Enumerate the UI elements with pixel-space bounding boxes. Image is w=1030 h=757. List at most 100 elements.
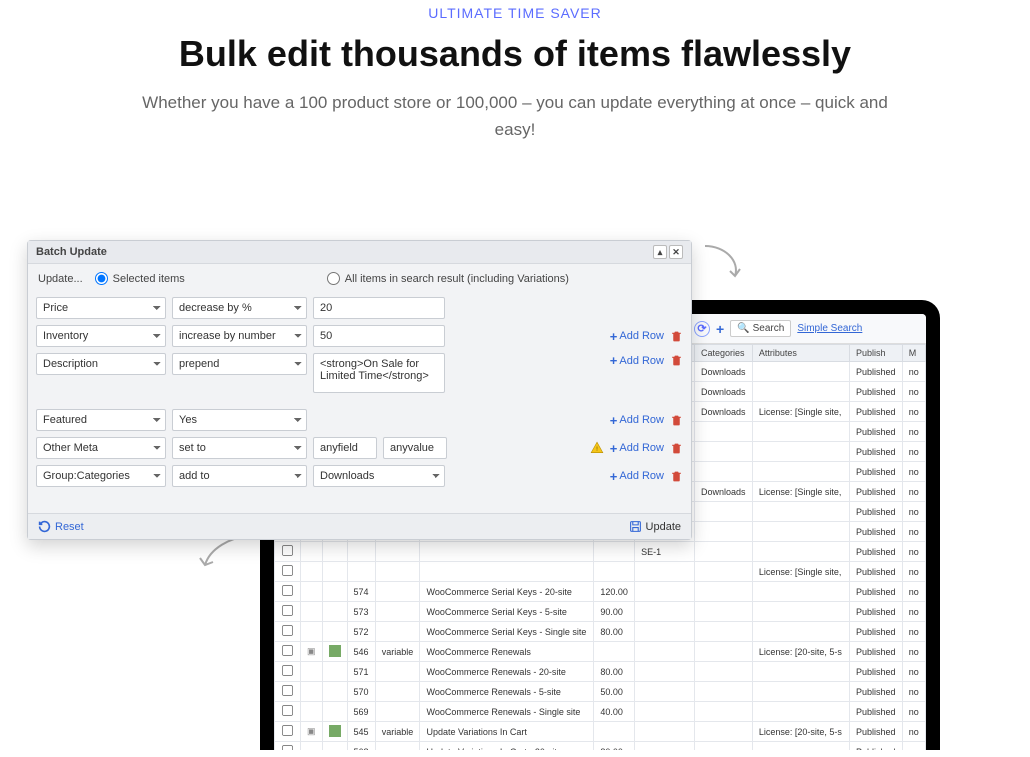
value-textarea[interactable] bbox=[313, 353, 445, 393]
row-checkbox[interactable] bbox=[282, 705, 293, 716]
cell-name[interactable]: WooCommerce Serial Keys - 20-site bbox=[420, 582, 594, 602]
cell-pub[interactable]: Published bbox=[849, 462, 902, 482]
cell-pub[interactable]: Published bbox=[849, 442, 902, 462]
cell-type[interactable] bbox=[375, 742, 420, 751]
cell-name[interactable]: WooCommerce Renewals - 5-site bbox=[420, 682, 594, 702]
cell-type[interactable] bbox=[375, 662, 420, 682]
delete-row-button[interactable] bbox=[670, 469, 683, 483]
field-select[interactable]: Group:Categories bbox=[36, 465, 166, 487]
collapse-icon[interactable]: ▴ bbox=[653, 245, 667, 259]
cell-pub[interactable]: Published bbox=[849, 722, 902, 742]
value-input[interactable] bbox=[313, 437, 377, 459]
cell-cat[interactable] bbox=[695, 722, 753, 742]
delete-row-button[interactable] bbox=[670, 413, 683, 427]
cell-name[interactable]: Update Variations In Cart bbox=[420, 722, 594, 742]
cell-pub[interactable]: Published bbox=[849, 422, 902, 442]
cell-sku[interactable] bbox=[635, 642, 695, 662]
cell-cat[interactable] bbox=[695, 422, 753, 442]
cell-type[interactable] bbox=[375, 542, 420, 562]
cell-id[interactable]: 574 bbox=[347, 582, 375, 602]
cell-m[interactable]: no bbox=[902, 562, 925, 582]
cell-m[interactable]: no bbox=[902, 582, 925, 602]
cell-pub[interactable]: Published bbox=[849, 742, 902, 751]
cell-cat[interactable] bbox=[695, 542, 753, 562]
cell-sku[interactable] bbox=[635, 662, 695, 682]
cell-attr[interactable]: License: [20-site, 5-s bbox=[752, 722, 849, 742]
col-header[interactable]: Attributes bbox=[752, 345, 849, 362]
cell-attr[interactable] bbox=[752, 502, 849, 522]
cell-cat[interactable] bbox=[695, 442, 753, 462]
cell-pub[interactable]: Published bbox=[849, 562, 902, 582]
cell-attr[interactable] bbox=[752, 382, 849, 402]
cell-id[interactable]: 573 bbox=[347, 602, 375, 622]
cell-name[interactable]: Update Variations In Cart - 20-site bbox=[420, 742, 594, 751]
cell-cat[interactable] bbox=[695, 622, 753, 642]
cell-price[interactable] bbox=[594, 642, 635, 662]
action-select[interactable]: Yes bbox=[172, 409, 307, 431]
cell-price[interactable]: 120.00 bbox=[594, 582, 635, 602]
cell-id[interactable]: 568 bbox=[347, 742, 375, 751]
delete-row-button[interactable] bbox=[670, 329, 683, 343]
row-checkbox[interactable] bbox=[282, 545, 293, 556]
action-select[interactable]: increase by number bbox=[172, 325, 307, 347]
table-row[interactable]: 573 WooCommerce Serial Keys - 5-site90.00… bbox=[275, 602, 926, 622]
field-select[interactable]: Description bbox=[36, 353, 166, 375]
cell-price[interactable]: 50.00 bbox=[594, 682, 635, 702]
cell-pub[interactable]: Published bbox=[849, 642, 902, 662]
cell-attr[interactable] bbox=[752, 602, 849, 622]
cell-m[interactable]: no bbox=[902, 662, 925, 682]
cell-name[interactable]: WooCommerce Serial Keys - Single site bbox=[420, 622, 594, 642]
col-header[interactable]: Publish bbox=[849, 345, 902, 362]
cell-price[interactable] bbox=[594, 562, 635, 582]
cell-type[interactable] bbox=[375, 702, 420, 722]
cell-name[interactable]: WooCommerce Renewals - Single site bbox=[420, 702, 594, 722]
row-checkbox[interactable] bbox=[282, 685, 293, 696]
field-select[interactable]: Price bbox=[36, 297, 166, 319]
cell-id[interactable]: 546 bbox=[347, 642, 375, 662]
cell-sku[interactable] bbox=[635, 602, 695, 622]
cell-cat[interactable]: Downloads bbox=[695, 402, 753, 422]
cell-pub[interactable]: Published bbox=[849, 682, 902, 702]
table-row[interactable]: 571WooCommerce Renewals - 20-site80.00Pu… bbox=[275, 662, 926, 682]
cell-type[interactable]: variable bbox=[375, 722, 420, 742]
cell-type[interactable] bbox=[375, 602, 420, 622]
cell-m[interactable]: no bbox=[902, 522, 925, 542]
cell-attr[interactable] bbox=[752, 742, 849, 751]
cell-sku[interactable] bbox=[635, 682, 695, 702]
cell-attr[interactable]: License: [Single site, bbox=[752, 562, 849, 582]
cell-cat[interactable] bbox=[695, 742, 753, 751]
add-icon[interactable]: + bbox=[716, 321, 724, 337]
cell-m[interactable]: no bbox=[902, 542, 925, 562]
cell-m[interactable]: no bbox=[902, 382, 925, 402]
cell-sku[interactable] bbox=[635, 582, 695, 602]
action-select[interactable]: decrease by % bbox=[172, 297, 307, 319]
cell-price[interactable]: 90.00 bbox=[594, 602, 635, 622]
cell-price[interactable] bbox=[594, 542, 635, 562]
cell-name[interactable] bbox=[420, 562, 594, 582]
cell-pub[interactable]: Published bbox=[849, 622, 902, 642]
cell-cat[interactable] bbox=[695, 682, 753, 702]
cell-id[interactable]: 570 bbox=[347, 682, 375, 702]
add-row-button[interactable]: +Add Row bbox=[610, 353, 664, 368]
cell-type[interactable] bbox=[375, 622, 420, 642]
cell-sku[interactable] bbox=[635, 622, 695, 642]
cell-m[interactable]: no bbox=[902, 462, 925, 482]
cell-cat[interactable]: Downloads bbox=[695, 362, 753, 382]
value-input[interactable] bbox=[313, 297, 445, 319]
cell-cat[interactable] bbox=[695, 602, 753, 622]
row-checkbox[interactable] bbox=[282, 565, 293, 576]
cell-price[interactable]: 80.00 bbox=[594, 742, 635, 751]
cell-m[interactable]: no bbox=[902, 402, 925, 422]
cell-m[interactable]: no bbox=[902, 482, 925, 502]
cell-pub[interactable]: Published bbox=[849, 402, 902, 422]
cell-name[interactable]: WooCommerce Renewals bbox=[420, 642, 594, 662]
cell-sku[interactable] bbox=[635, 562, 695, 582]
cell-cat[interactable] bbox=[695, 562, 753, 582]
cell-id[interactable]: 571 bbox=[347, 662, 375, 682]
cell-name[interactable]: WooCommerce Serial Keys - 5-site bbox=[420, 602, 594, 622]
cell-m[interactable]: no bbox=[902, 682, 925, 702]
cell-id[interactable]: 572 bbox=[347, 622, 375, 642]
reset-button[interactable]: Reset bbox=[38, 520, 84, 533]
cell-m[interactable]: no bbox=[902, 622, 925, 642]
cell-m[interactable]: no bbox=[902, 742, 925, 751]
